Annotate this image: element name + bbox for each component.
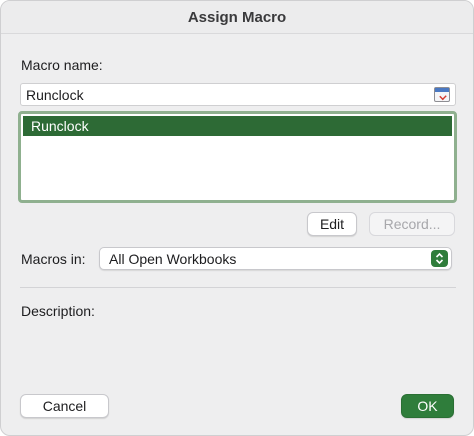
macro-name-input[interactable] [21, 84, 421, 105]
cancel-button[interactable]: Cancel [20, 394, 109, 418]
chevron-up-down-icon [431, 250, 448, 267]
dialog-title: Assign Macro [187, 8, 287, 26]
macros-in-value: All Open Workbooks [109, 250, 237, 267]
collapse-dialog-icon[interactable] [434, 87, 450, 102]
description-label: Description: [21, 303, 95, 319]
assign-macro-dialog: Assign Macro Macro name: Runclock Edit R… [0, 0, 474, 436]
macro-list-item[interactable]: Runclock [23, 116, 452, 136]
macro-name-label: Macro name: [21, 57, 103, 73]
divider [20, 287, 456, 288]
macro-name-field[interactable] [20, 83, 456, 106]
macros-in-label: Macros in: [21, 251, 86, 267]
record-button[interactable]: Record... [369, 212, 455, 236]
macros-in-select[interactable]: All Open Workbooks [99, 247, 452, 270]
ok-button[interactable]: OK [401, 394, 454, 418]
edit-button[interactable]: Edit [307, 212, 357, 236]
macro-list[interactable]: Runclock [18, 111, 457, 203]
title-bar: Assign Macro [1, 1, 473, 34]
